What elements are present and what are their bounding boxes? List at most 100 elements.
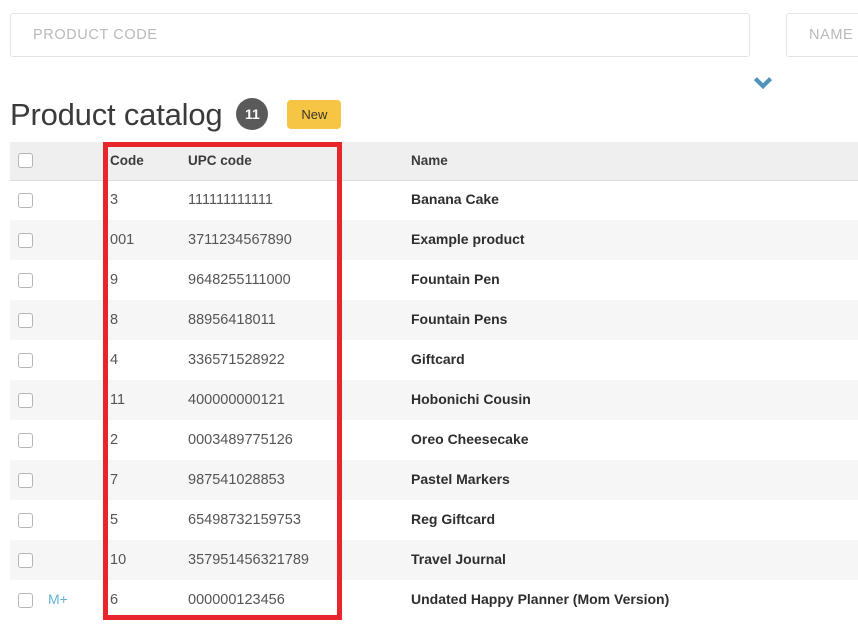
row-upc-cell: 9648255111000 <box>182 260 404 300</box>
row-code-cell: 2 <box>103 420 182 460</box>
row-name-cell-text: Giftcard <box>411 351 465 367</box>
row-upc-cell-text: 65498732159753 <box>188 512 301 528</box>
product-code-placeholder: PRODUCT CODE <box>33 27 158 43</box>
row-upc-cell-text: 336571528922 <box>188 352 285 368</box>
row-select-cell <box>10 260 48 300</box>
name-input[interactable]: NAME <box>786 13 858 57</box>
row-code-cell-text: 3 <box>110 192 119 209</box>
row-code-cell-text: 8 <box>110 312 119 328</box>
row-upc-cell-text: 3711234567890 <box>188 232 292 248</box>
row-mplus-cell <box>48 460 103 500</box>
table-row[interactable]: 2 0003489775126 Oreo Cheesecake <box>10 420 858 460</box>
row-code-cell: 7 <box>103 460 182 500</box>
row-checkbox[interactable] <box>18 392 33 408</box>
row-upc-cell-text: 987541028853 <box>188 472 285 488</box>
row-mplus-cell <box>48 300 103 340</box>
name-placeholder: NAME <box>809 27 854 43</box>
row-checkbox[interactable] <box>18 472 33 488</box>
column-header-name[interactable]: Name <box>404 142 858 181</box>
table-header-row: Code UPC code Name <box>10 142 858 181</box>
row-checkbox[interactable] <box>18 192 33 208</box>
row-name-cell-text: Oreo Cheesecake <box>411 431 529 447</box>
column-header-code[interactable]: Code <box>103 142 182 181</box>
row-checkbox[interactable] <box>18 272 33 288</box>
table-row[interactable]: 9 9648255111000 Fountain Pen <box>10 260 858 300</box>
product-catalog-table: Code UPC code Name 3 111111111111 Banana C… <box>10 142 858 620</box>
row-name-cell: Undated Happy Planner (Mom Version) <box>404 580 858 620</box>
record-count-badge: 11 <box>236 98 269 130</box>
table-row[interactable]: 5 65498732159753 Reg Giftcard <box>10 500 858 540</box>
row-upc-cell-text: 000000123456 <box>188 592 285 608</box>
row-code-cell: 3 <box>103 180 182 220</box>
row-mplus-cell <box>48 260 103 300</box>
table-row[interactable]: 8 88956418011 Fountain Pens <box>10 300 858 340</box>
chevron-down-icon[interactable] <box>750 72 776 94</box>
row-name-cell-text: Example product <box>411 231 525 247</box>
row-name-cell-text: Hobonichi Cousin <box>411 391 531 407</box>
select-all-checkbox[interactable] <box>18 153 33 169</box>
row-code-cell: 5 <box>103 500 182 540</box>
mplus-header <box>48 142 103 181</box>
row-select-cell <box>10 340 48 380</box>
row-code-cell-text: 4 <box>110 352 119 368</box>
row-select-cell <box>10 220 48 260</box>
row-mplus-cell <box>48 220 103 260</box>
table-row[interactable]: M+ 6 000000123456 Undated Happy Planner (Mo… <box>10 580 858 620</box>
row-mplus-cell <box>48 180 103 220</box>
row-code-cell-text: 001 <box>110 232 135 248</box>
row-code-cell: 001 <box>103 220 182 260</box>
row-name-cell: Giftcard <box>404 340 858 380</box>
row-upc-cell-text: 357951456321789 <box>188 552 309 568</box>
row-code-cell-text: 6 <box>110 592 119 608</box>
row-upc-cell: 987541028853 <box>182 460 404 500</box>
product-code-input[interactable]: PRODUCT CODE <box>10 13 750 57</box>
table-row[interactable]: 10 357951456321789 Travel Journal <box>10 540 858 580</box>
row-upc-cell: 65498732159753 <box>182 500 404 540</box>
row-code-cell: 9 <box>103 260 182 300</box>
row-name-cell: Example product <box>404 220 858 260</box>
row-select-cell <box>10 180 48 220</box>
row-upc-cell: 400000000121 <box>182 380 404 420</box>
table-row[interactable]: 001 3711234567890 Example product <box>10 220 858 260</box>
row-select-cell <box>10 460 48 500</box>
row-upc-cell: 111111111111 <box>182 180 404 220</box>
table-row[interactable]: 11 400000000121 Hobonichi Cousin <box>10 380 858 420</box>
row-checkbox[interactable] <box>18 592 33 608</box>
new-button[interactable]: New <box>287 99 342 129</box>
row-upc-cell: 88956418011 <box>182 300 404 340</box>
row-code-cell: 6 <box>103 580 182 620</box>
row-select-cell <box>10 580 48 620</box>
row-code-cell: 8 <box>103 300 182 340</box>
table-row[interactable]: 7 987541028853 Pastel Markers <box>10 460 858 500</box>
row-upc-cell-text: 400000000121 <box>188 392 285 408</box>
column-header-upc[interactable]: UPC code <box>182 142 404 181</box>
row-upc-cell-text: 88956418011 <box>188 312 276 328</box>
select-all-header <box>10 142 48 181</box>
row-code-cell: 10 <box>103 540 182 580</box>
row-checkbox[interactable] <box>18 432 33 448</box>
table-row[interactable]: 3 111111111111 Banana Cake <box>10 180 858 220</box>
row-checkbox[interactable] <box>18 552 33 568</box>
page-title: Product catalog <box>10 96 223 132</box>
mplus-link[interactable]: M+ <box>48 591 68 607</box>
row-upc-cell: 357951456321789 <box>182 540 404 580</box>
table-header: Code UPC code Name <box>10 142 858 181</box>
row-checkbox[interactable] <box>18 352 33 368</box>
row-name-cell: Oreo Cheesecake <box>404 420 858 460</box>
row-checkbox[interactable] <box>18 512 33 528</box>
row-name-cell: Fountain Pens <box>404 300 858 340</box>
row-mplus-cell <box>48 420 103 460</box>
row-name-cell-text: Fountain Pen <box>411 271 500 287</box>
page-header: Product catalog 11 New <box>10 90 342 138</box>
row-checkbox[interactable] <box>18 232 33 248</box>
row-name-cell-text: Pastel Markers <box>411 471 510 487</box>
row-checkbox[interactable] <box>18 312 33 328</box>
table-row[interactable]: 4 336571528922 Giftcard <box>10 340 858 380</box>
row-name-cell: Reg Giftcard <box>404 500 858 540</box>
row-code-cell-text: 5 <box>110 512 119 528</box>
row-mplus-cell <box>48 540 103 580</box>
row-select-cell <box>10 300 48 340</box>
row-name-cell: Pastel Markers <box>404 460 858 500</box>
row-code-cell: 4 <box>103 340 182 380</box>
row-name-cell-text: Fountain Pens <box>411 311 508 327</box>
